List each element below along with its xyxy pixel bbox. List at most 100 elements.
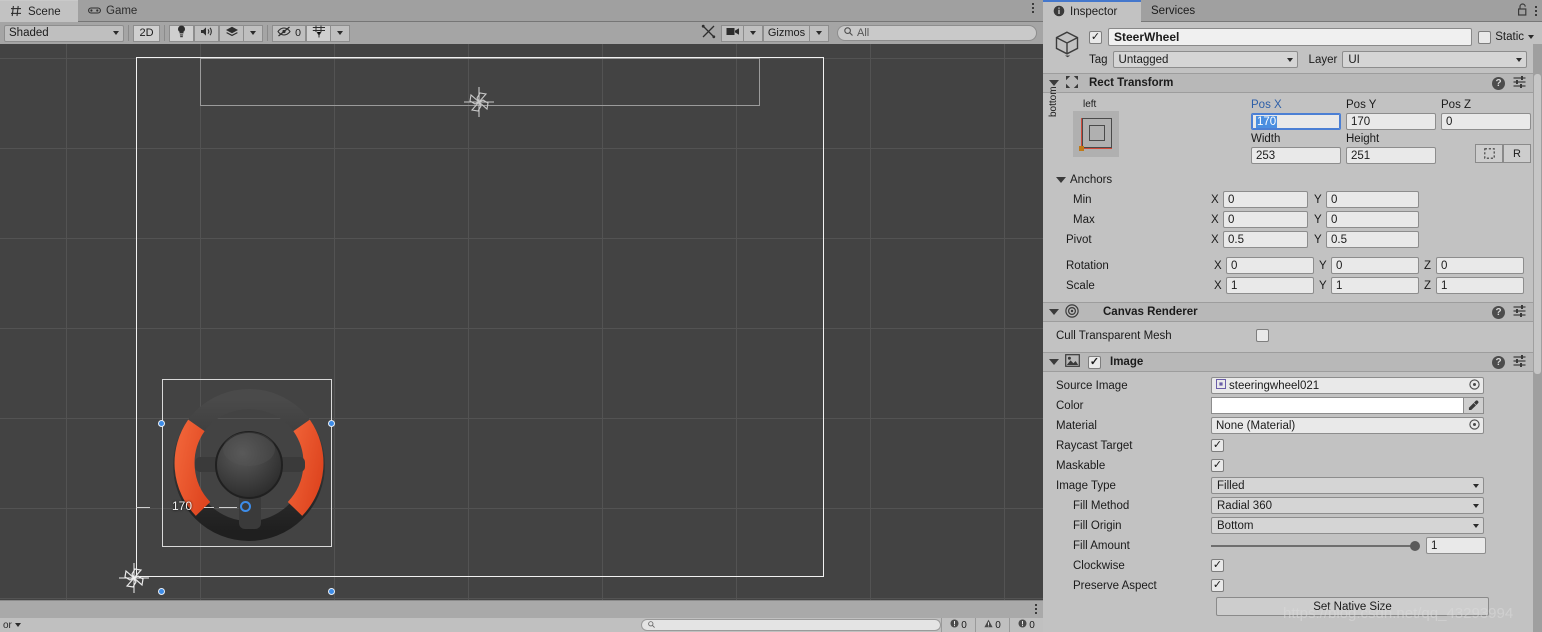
inspector-menu-icon[interactable] [1535,6,1537,16]
scale-x-input[interactable]: 1 [1226,277,1314,294]
inspector-panel: Inspector Services ✓ SteerWheel Static T… [1043,0,1542,632]
foldout-icon[interactable] [1049,309,1059,315]
object-picker-icon[interactable] [1469,378,1480,393]
grid-snap-dropdown[interactable] [330,24,350,42]
tab-services[interactable]: Services [1141,0,1219,22]
scene-camera-button[interactable] [721,24,743,42]
pivot-x-input[interactable]: 0.5 [1223,231,1308,248]
toggle-2d-button[interactable]: 2D [133,24,160,42]
pivot-handle[interactable] [240,501,251,512]
anchors-max-y-input[interactable]: 0 [1326,211,1419,228]
inspector-scroll-thumb[interactable] [1534,74,1541,374]
pos-y-input[interactable]: 170 [1346,113,1436,130]
gizmos-button[interactable]: Gizmos [763,24,809,42]
material-field[interactable]: None (Material) [1211,417,1484,434]
eyedropper-icon[interactable] [1464,397,1484,414]
rotation-z-input[interactable]: 0 [1436,257,1524,274]
cull-transparent-mesh-checkbox[interactable] [1256,329,1269,342]
inspector-body: SteerWheel Static Tag Untagged [1043,22,1542,632]
layer-dropdown[interactable]: UI [1342,51,1528,68]
image-type-dropdown[interactable]: Filled [1211,477,1484,494]
lock-icon[interactable] [1517,3,1528,19]
scene-tab-menu-icon[interactable] [1027,3,1039,19]
tab-game[interactable]: Game [78,0,150,22]
width-input[interactable]: 253 [1251,147,1341,164]
pivot-y-input[interactable]: 0.5 [1326,231,1419,248]
anchors-max-x-input[interactable]: 0 [1223,211,1308,228]
fill-amount-input[interactable]: 1 [1426,537,1486,554]
scene-camera-dropdown[interactable] [743,24,763,42]
help-icon[interactable]: ? [1492,76,1505,90]
tag-dropdown[interactable]: Untagged [1112,51,1298,68]
pos-z-input[interactable]: 0 [1441,113,1531,130]
steering-wheel-image[interactable] [169,377,329,549]
static-checkbox[interactable] [1478,30,1492,44]
rotation-x-input[interactable]: 0 [1226,257,1314,274]
grid-snap-toggle[interactable] [306,24,330,42]
scene-bottom-menu-icon[interactable] [1035,604,1037,614]
foldout-icon[interactable] [1049,359,1059,365]
scene-fx-toggle[interactable] [219,24,243,42]
scene-viewport[interactable]: 170 [0,44,1043,600]
selection-handle-tr[interactable] [328,420,335,427]
selection-handle-tl[interactable] [158,420,165,427]
preset-icon[interactable] [1513,354,1526,370]
scene-tools-button[interactable] [695,24,721,42]
anchor-preset-widget[interactable]: left bottom [1048,86,1119,157]
status-dropdown[interactable]: or [0,618,34,632]
image-enabled-checkbox[interactable] [1088,355,1101,369]
preserve-aspect-checkbox[interactable] [1211,579,1224,592]
static-dropdown-icon[interactable] [1528,35,1534,39]
component-header-rect-transform[interactable]: Rect Transform ? [1043,73,1542,93]
anchors-min-x-input[interactable]: 0 [1223,191,1308,208]
preset-icon[interactable] [1513,75,1526,91]
raw-edit-button[interactable]: R [1503,144,1531,163]
scene-search-input[interactable]: All [837,25,1037,41]
preset-icon[interactable] [1513,304,1526,320]
component-header-image[interactable]: Image ? [1043,352,1542,372]
scale-label: Scale [1066,279,1095,292]
selection-handle-bl[interactable] [158,588,165,595]
pos-x-input[interactable]: 170 [1251,113,1341,130]
gameobject-name-field[interactable]: SteerWheel [1108,28,1473,46]
warning-count: 0 [995,619,1001,631]
fill-origin-dropdown[interactable]: Bottom [1211,517,1484,534]
console-error-counter[interactable]: 0 [941,618,975,632]
height-input[interactable]: 251 [1346,147,1436,164]
anchors-min-y-input[interactable]: 0 [1326,191,1419,208]
console-info-counter[interactable]: 0 [1009,618,1043,632]
selection-handle-br[interactable] [328,588,335,595]
tab-inspector[interactable]: Inspector [1043,0,1141,22]
color-swatch-field[interactable] [1211,397,1464,414]
scene-audio-toggle[interactable] [194,24,219,42]
gameobject-enabled-checkbox[interactable] [1089,30,1102,44]
set-native-size-button[interactable]: Set Native Size [1216,597,1489,616]
console-search-input[interactable] [641,619,941,631]
source-image-field[interactable]: steeringwheel021 [1211,377,1484,394]
foldout-icon[interactable] [1049,80,1059,86]
tag-value: Untagged [1118,53,1169,66]
clockwise-checkbox[interactable] [1211,559,1224,572]
console-warning-counter[interactable]: 0 [975,618,1009,632]
scale-z-input[interactable]: 1 [1436,277,1524,294]
inspector-scrollbar[interactable] [1533,44,1542,632]
scene-lighting-toggle[interactable] [169,24,194,42]
maskable-checkbox[interactable] [1211,459,1224,472]
raycast-target-checkbox[interactable] [1211,439,1224,452]
hidden-objects-toggle[interactable]: 0 [272,24,306,42]
help-icon[interactable]: ? [1492,305,1505,319]
anchors-foldout-icon[interactable] [1056,176,1066,183]
gizmos-dropdown[interactable] [809,24,829,42]
rotation-y-input[interactable]: 0 [1331,257,1419,274]
scene-fx-dropdown[interactable] [243,24,263,42]
draw-mode-dropdown[interactable]: Shaded [4,24,124,42]
object-picker-icon[interactable] [1469,418,1480,433]
tab-scene[interactable]: Scene [0,0,78,22]
fill-amount-slider[interactable] [1211,540,1420,551]
fill-method-dropdown[interactable]: Radial 360 [1211,497,1484,514]
component-header-canvas-renderer[interactable]: Canvas Renderer ? [1043,302,1542,322]
gameobject-header: SteerWheel Static Tag Untagged [1043,22,1542,73]
help-icon[interactable]: ? [1492,355,1505,369]
scale-y-input[interactable]: 1 [1331,277,1419,294]
blueprint-mode-button[interactable] [1475,144,1503,163]
